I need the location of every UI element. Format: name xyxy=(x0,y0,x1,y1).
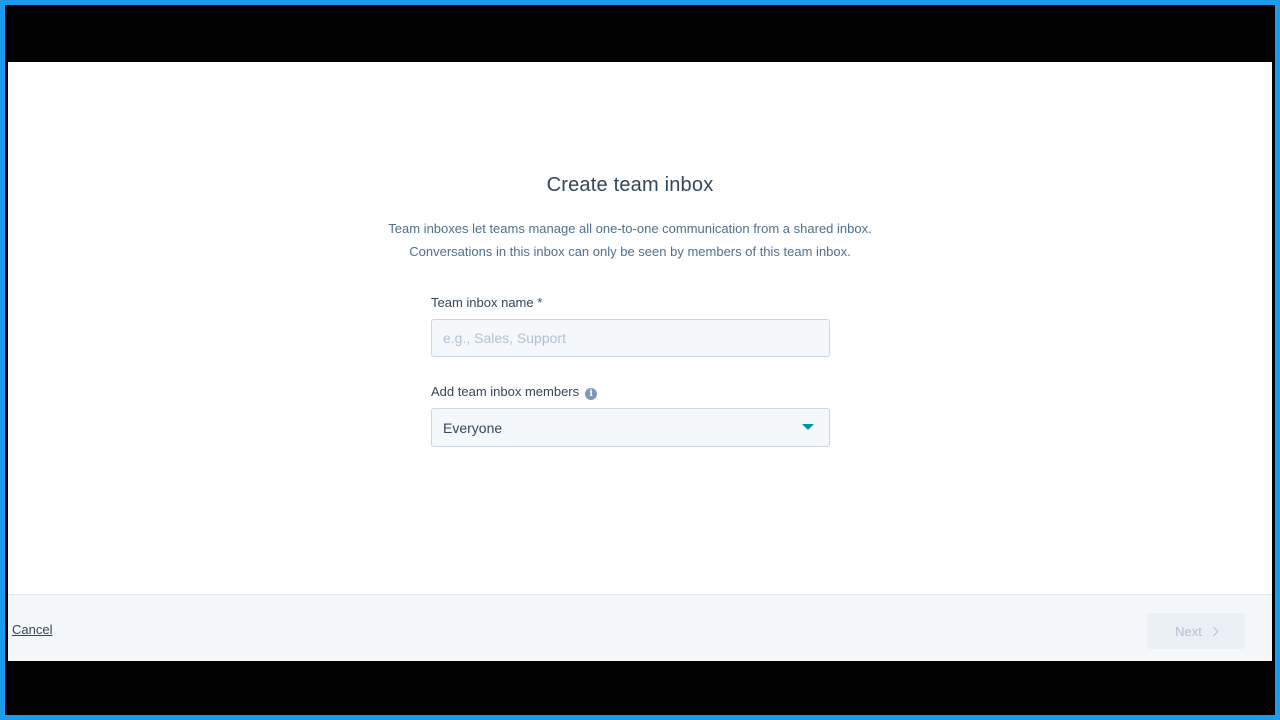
members-label: Add team inbox members xyxy=(431,384,580,399)
caret-down-icon xyxy=(802,424,814,430)
members-label-row: Add team inbox members i xyxy=(431,384,598,400)
next-button-label: Next xyxy=(1175,623,1202,639)
video-frame: Create team inbox Team inboxes let teams… xyxy=(5,5,1275,715)
footer-bar: Cancel Next xyxy=(8,594,1272,661)
info-icon[interactable]: i xyxy=(585,388,598,400)
letterbox-top xyxy=(5,5,1275,62)
chevron-right-icon xyxy=(1208,626,1219,636)
page-title: Create team inbox xyxy=(546,174,714,196)
cancel-button[interactable]: Cancel xyxy=(12,622,52,637)
members-select-value: Everyone xyxy=(443,420,503,436)
create-team-inbox-screen: Create team inbox Team inboxes let teams… xyxy=(8,62,1272,661)
team-inbox-name-input[interactable] xyxy=(431,319,830,357)
description-line-1: Team inboxes let teams manage all one-to… xyxy=(388,221,872,236)
description-line-2: Conversations in this inbox can only be … xyxy=(409,244,851,259)
next-button[interactable]: Next xyxy=(1147,613,1245,649)
dialog-description: Team inboxes let teams manage all one-to… xyxy=(8,217,1252,263)
members-select[interactable]: Everyone xyxy=(431,408,830,447)
letterbox-bottom xyxy=(5,661,1275,715)
team-inbox-name-label: Team inbox name * xyxy=(431,295,543,310)
dialog-content: Create team inbox Team inboxes let teams… xyxy=(8,62,1272,594)
